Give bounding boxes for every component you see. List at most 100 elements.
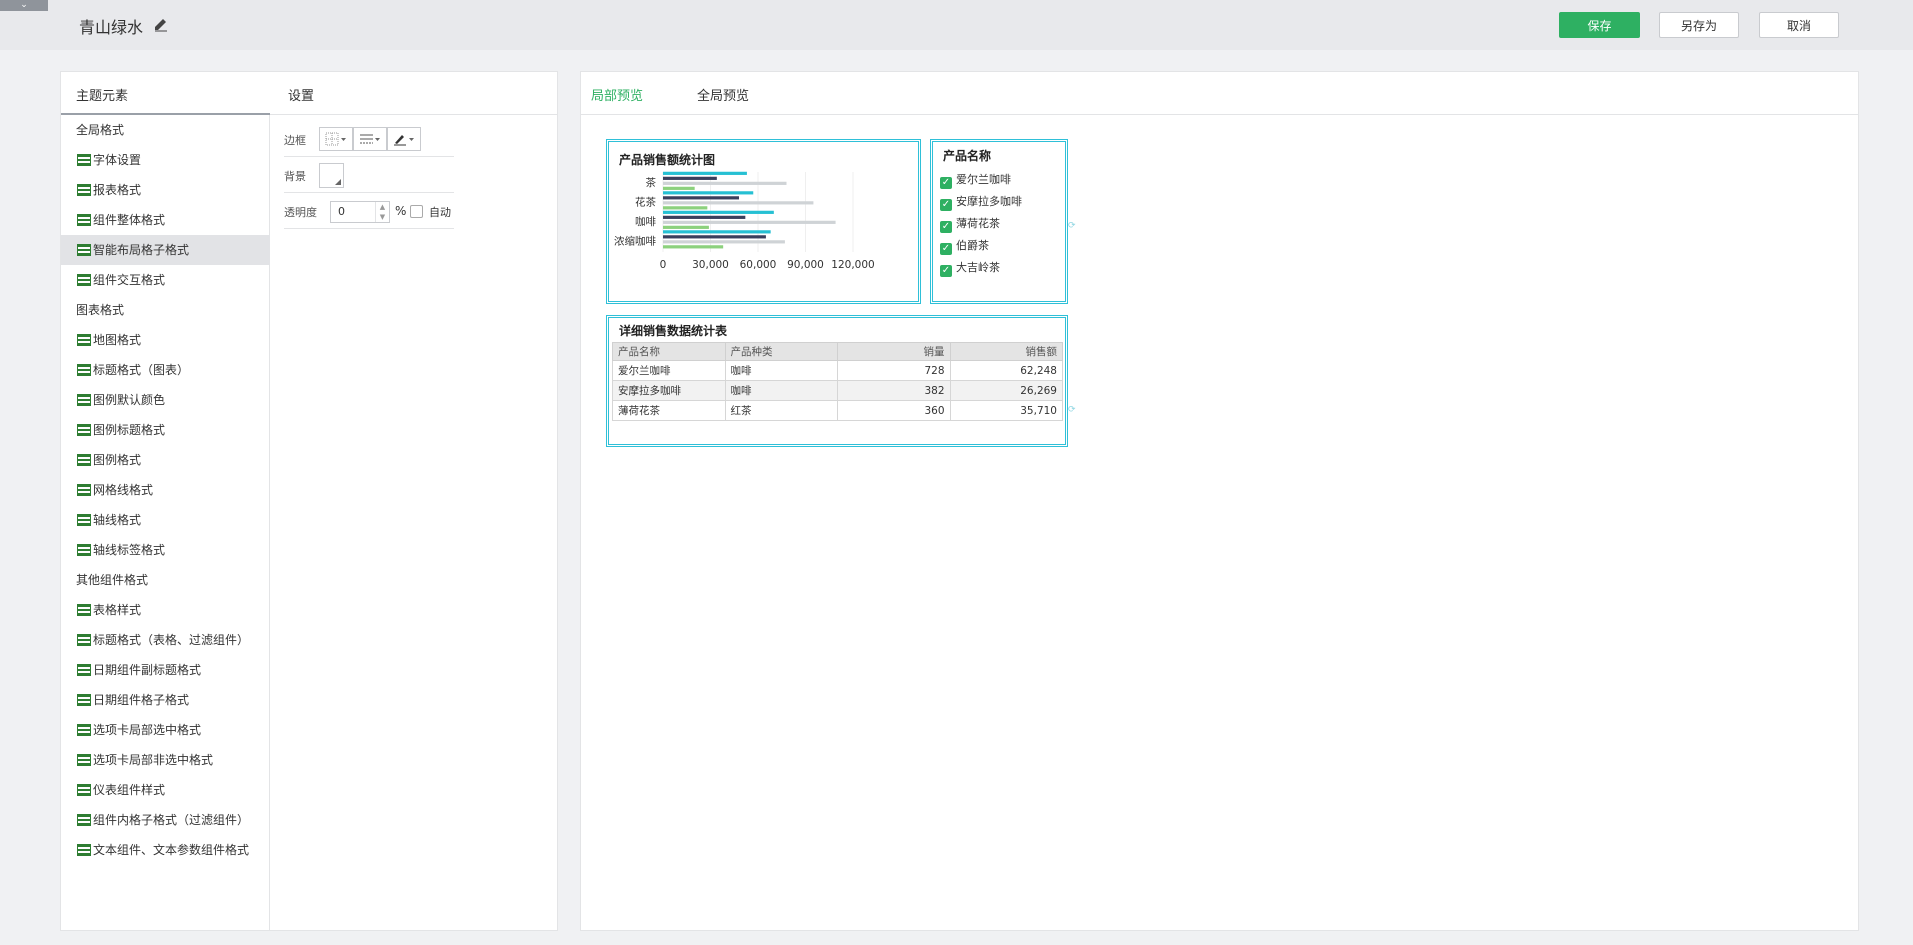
theme-element-item[interactable]: 字体设置	[61, 145, 270, 175]
theme-element-item[interactable]: 图例格式	[61, 445, 270, 475]
table-row: 爱尔兰咖啡 咖啡 728 62,248	[612, 360, 1063, 381]
checkbox-checked-icon[interactable]: ✓	[940, 243, 952, 255]
filter-option-label: 安摩拉多咖啡	[956, 195, 1022, 208]
table-format-icon	[77, 244, 91, 256]
filter-option[interactable]: ✓ 大吉岭茶	[940, 259, 1000, 277]
theme-element-label: 图例格式	[93, 453, 142, 467]
table-format-icon	[77, 694, 91, 706]
theme-element-item[interactable]: 组件整体格式	[61, 205, 270, 235]
theme-element-label: 图例默认颜色	[93, 393, 166, 407]
table-format-icon	[77, 784, 91, 796]
column-header[interactable]: 产品名称	[612, 342, 726, 361]
theme-group-label: 全局格式	[61, 115, 270, 145]
filter-option[interactable]: ✓ 爱尔兰咖啡	[940, 171, 1011, 189]
theme-element-item[interactable]: 日期组件副标题格式	[61, 655, 270, 685]
save-as-button[interactable]: 另存为	[1659, 12, 1739, 38]
filter-option[interactable]: ✓ 伯爵茶	[940, 237, 989, 255]
theme-element-item[interactable]: 仪表组件样式	[61, 775, 270, 805]
checkbox-checked-icon[interactable]: ✓	[940, 177, 952, 189]
table-header-row: 产品名称 产品种类 销量 销售额	[612, 342, 1063, 361]
background-setting-row: 背景	[284, 157, 454, 193]
theme-element-item[interactable]: 图例标题格式	[61, 415, 270, 445]
background-color-picker[interactable]	[319, 163, 344, 188]
table-cell: 咖啡	[724, 380, 838, 401]
table-cell: 安摩拉多咖啡	[612, 380, 726, 401]
table-format-icon	[77, 364, 91, 376]
opacity-stepper[interactable]: ▲ ▼	[375, 202, 389, 222]
table-cell: 红茶	[724, 400, 838, 421]
theme-element-item[interactable]: 文本组件、文本参数组件格式	[61, 835, 270, 865]
top-bar: ⌄ 青山绿水 保存 另存为 取消	[0, 0, 1913, 50]
theme-group-label: 图表格式	[61, 295, 270, 325]
resize-handle-icon[interactable]: ⟳	[1068, 406, 1076, 415]
table-format-icon	[77, 154, 91, 166]
theme-element-item[interactable]: 智能布局格子格式	[61, 235, 270, 265]
table-cell: 爱尔兰咖啡	[612, 360, 726, 381]
theme-elements-heading: 主题元素	[76, 89, 129, 104]
cancel-button[interactable]: 取消	[1759, 12, 1839, 38]
table-format-icon	[77, 394, 91, 406]
border-label: 边框	[284, 134, 306, 147]
checkbox-checked-icon[interactable]: ✓	[940, 221, 952, 233]
theme-element-label: 轴线标签格式	[93, 543, 166, 557]
theme-element-item[interactable]: 选项卡局部非选中格式	[61, 745, 270, 775]
filter-option[interactable]: ✓ 薄荷花茶	[940, 215, 1000, 233]
tab-local-preview[interactable]: 局部预览	[591, 85, 643, 104]
theme-element-item[interactable]: 网格线格式	[61, 475, 270, 505]
resize-handle-icon[interactable]: ⟳	[1068, 222, 1076, 231]
auto-label: 自动	[429, 206, 451, 219]
theme-element-item[interactable]: 选项卡局部选中格式	[61, 715, 270, 745]
theme-element-item[interactable]: 组件内格子格式（过滤组件）	[61, 805, 270, 835]
table-row: 安摩拉多咖啡 咖啡 382 26,269	[612, 380, 1063, 401]
opacity-label: 透明度	[284, 206, 317, 219]
bar	[663, 201, 814, 205]
theme-element-item[interactable]: 日期组件格子格式	[61, 685, 270, 715]
theme-element-item[interactable]: 组件交互格式	[61, 265, 270, 295]
theme-element-item[interactable]: 地图格式	[61, 325, 270, 355]
chart-widget[interactable]: 产品销售额统计图 0 30,000 60,000 90,000 120,000 茶花茶 咖啡…	[606, 139, 921, 304]
filter-option-label: 爱尔兰咖啡	[956, 173, 1011, 186]
theme-element-item[interactable]: 轴线标签格式	[61, 535, 270, 565]
category-label: 咖啡	[635, 216, 656, 228]
bar	[663, 225, 709, 229]
theme-element-item[interactable]: 图例默认颜色	[61, 385, 270, 415]
collapse-toggle[interactable]: ⌄	[0, 0, 48, 11]
table-row: 薄荷花茶 红茶 360 35,710	[612, 400, 1063, 421]
bar	[663, 210, 774, 214]
theme-element-label: 其他组件格式	[76, 573, 149, 587]
border-color-dropdown[interactable]	[387, 127, 421, 151]
theme-element-item[interactable]: 表格样式	[61, 595, 270, 625]
sales-table-widget[interactable]: 详细销售数据统计表 产品名称 产品种类 销量 销售额 爱尔兰咖啡 咖啡 728 …	[606, 315, 1068, 447]
theme-element-label: 图表格式	[76, 303, 125, 317]
border-grid-icon	[325, 132, 346, 146]
theme-element-label: 图例标题格式	[93, 423, 166, 437]
column-header[interactable]: 销售额	[949, 342, 1063, 361]
theme-element-item[interactable]: 轴线格式	[61, 505, 270, 535]
filter-option[interactable]: ✓ 安摩拉多咖啡	[940, 193, 1022, 211]
x-tick-label: 90,000	[787, 259, 824, 271]
theme-element-item[interactable]: 标题格式（图表）	[61, 355, 270, 385]
border-style-dropdown[interactable]	[319, 127, 353, 151]
line-style-dropdown[interactable]	[353, 127, 387, 151]
table-title: 详细销售数据统计表	[619, 324, 728, 338]
filter-option-label: 薄荷花茶	[956, 217, 1000, 230]
table-format-icon	[77, 814, 91, 826]
tab-global-preview[interactable]: 全局预览	[697, 85, 749, 104]
pencil-icon[interactable]	[153, 16, 169, 32]
settings-heading: 设置	[288, 89, 315, 104]
column-header[interactable]: 产品种类	[724, 342, 838, 361]
table-cell: 薄荷花茶	[612, 400, 726, 421]
product-filter-widget[interactable]: 产品名称 ✓ 爱尔兰咖啡 ✓ 安摩拉多咖啡 ✓ 薄荷花茶 ✓ 伯爵茶 ✓ 大吉岭茶	[930, 139, 1068, 304]
opacity-input[interactable]: 0 ▲ ▼	[330, 201, 390, 223]
save-button[interactable]: 保存	[1559, 12, 1640, 38]
auto-checkbox[interactable]	[410, 205, 423, 218]
checkbox-checked-icon[interactable]: ✓	[940, 265, 952, 277]
table-cell: 360	[837, 400, 951, 421]
checkbox-checked-icon[interactable]: ✓	[940, 199, 952, 211]
theme-group-label: 其他组件格式	[61, 565, 270, 595]
theme-element-item[interactable]: 报表格式	[61, 175, 270, 205]
filter-option-label: 大吉岭茶	[956, 261, 1000, 274]
theme-element-item[interactable]: 标题格式（表格、过滤组件）	[61, 625, 270, 655]
table-cell: 728	[837, 360, 951, 381]
column-header[interactable]: 销量	[837, 342, 951, 361]
